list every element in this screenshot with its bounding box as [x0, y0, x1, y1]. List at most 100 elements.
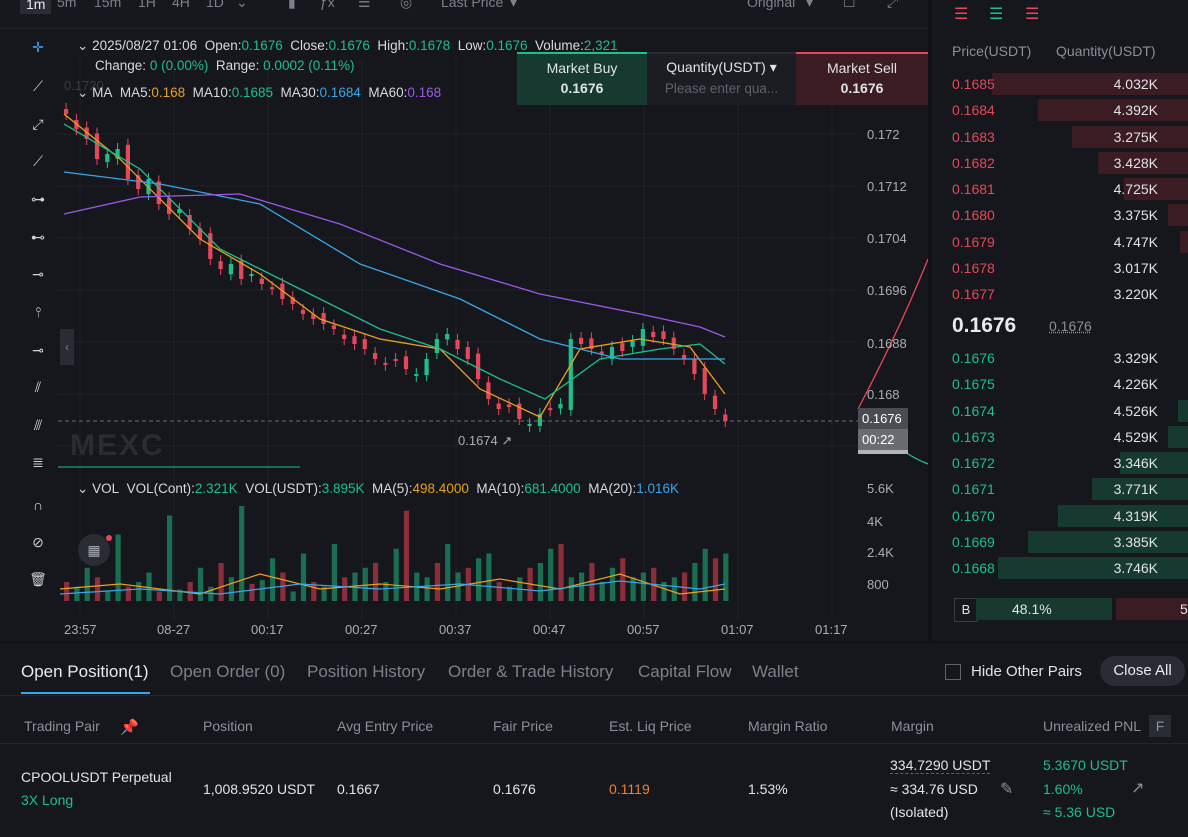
screenshot-icon[interactable]: ◎	[400, 0, 412, 11]
parallel-line-icon[interactable]: ⊸	[26, 262, 50, 286]
ask-row[interactable]: 0.1682 3.428K	[932, 150, 1188, 176]
price-type-select[interactable]: Last Price	[441, 0, 503, 10]
channel-icon[interactable]: ⫽	[26, 375, 50, 399]
ask-row[interactable]: 0.1677 3.220K	[932, 281, 1188, 307]
timeframe-1d[interactable]: 1D	[206, 0, 224, 10]
quantity-field[interactable]: Quantity(USDT) ▾ Please enter qua...	[647, 52, 796, 105]
chart-mode-select[interactable]: Original	[747, 0, 795, 10]
fullscreen-icon[interactable]: ⤢	[887, 0, 898, 11]
volume-bar	[94, 577, 101, 601]
price-line-icon[interactable]: ⊸	[26, 338, 50, 362]
fib-levels-icon[interactable]: ≣	[26, 450, 50, 474]
vertical-line-icon[interactable]: ⫯	[26, 300, 50, 324]
chart-area[interactable]: MEXC 0.1674 ↗ 0.1676 00:22 ‹ ▦	[0, 29, 928, 641]
tab-open-position[interactable]: Open Position(1)	[21, 662, 149, 682]
market-buy-button[interactable]: Market Buy 0.1676	[517, 52, 647, 105]
order-quantity: 3.017K	[1113, 259, 1158, 276]
ask-row[interactable]: 0.1685 4.032K	[932, 71, 1188, 97]
timeframe-4h[interactable]: 4H	[172, 0, 190, 10]
horizontal-line-icon[interactable]: ⊶	[26, 187, 50, 211]
bid-row[interactable]: 0.1674 4.526K	[932, 398, 1188, 424]
order-price: 0.1676	[952, 350, 995, 366]
volume-bar	[290, 591, 296, 601]
hide-drawings-icon[interactable]: ⊘	[26, 530, 50, 554]
extended-line-icon[interactable]: ⟋	[26, 149, 50, 173]
tab-wallet[interactable]: Wallet	[752, 662, 799, 682]
timeframe-1h[interactable]: 1H	[138, 0, 156, 10]
volume-bar	[445, 544, 451, 601]
trash-icon[interactable]: 🗑	[26, 567, 50, 591]
ask-row[interactable]: 0.1678 3.017K	[932, 255, 1188, 281]
volume-bar	[702, 548, 708, 601]
market-sell-button[interactable]: Market Sell 0.1676	[796, 52, 928, 105]
volume-bar	[640, 572, 646, 601]
layout-icon[interactable]: ☰	[358, 0, 371, 11]
tab-open-order[interactable]: Open Order (0)	[170, 662, 285, 682]
header-fair-price: Fair Price	[493, 718, 553, 734]
orderbook-bids-icon[interactable]: ☰	[989, 4, 1003, 24]
share-icon[interactable]: ↗	[1131, 778, 1144, 798]
divider	[0, 743, 1188, 744]
hide-other-pairs-checkbox[interactable]	[945, 664, 961, 680]
position-pair[interactable]: CPOOLUSDT Perpetual	[21, 769, 172, 785]
bid-row[interactable]: 0.1671 3.771K	[932, 476, 1188, 502]
orderbook-asks-icon[interactable]: ☰	[1025, 4, 1039, 24]
pin-icon[interactable]: 📌	[120, 718, 139, 736]
volume-bar	[167, 515, 173, 601]
order-quantity: 4.529K	[1113, 428, 1158, 445]
tab-position-history[interactable]: Position History	[307, 662, 425, 682]
header-margin-ratio: Margin Ratio	[748, 718, 828, 734]
horizontal-ray-icon[interactable]: ⊷	[26, 225, 50, 249]
tab-capital-flow[interactable]: Capital Flow	[638, 662, 732, 682]
timeframe-15m[interactable]: 15m	[94, 0, 121, 10]
ask-row[interactable]: 0.1679 4.747K	[932, 229, 1188, 255]
tab-order-trade-history[interactable]: Order & Trade History	[448, 662, 613, 682]
orderbook-both-icon[interactable]: ☰	[954, 4, 968, 24]
volume-bar	[609, 567, 616, 601]
collapse-icon[interactable]: ⌄	[77, 481, 88, 496]
candlestick-chart[interactable]	[0, 29, 928, 641]
open-value: 0.1676	[241, 38, 283, 53]
bid-row[interactable]: 0.1672 3.346K	[932, 450, 1188, 476]
change-label: Change:	[95, 58, 147, 73]
volume-bar	[393, 548, 399, 601]
quantity-unit-select[interactable]: Quantity(USDT) ▾	[647, 59, 796, 76]
volume-bar	[218, 563, 224, 601]
vol-tick: 5.6K	[867, 481, 894, 496]
bid-row[interactable]: 0.1676 3.329K	[932, 345, 1188, 371]
edit-margin-icon[interactable]: ✎	[1000, 779, 1013, 799]
timeframe-5m[interactable]: 5m	[57, 0, 76, 10]
ray-line-icon[interactable]: ⤢	[26, 112, 50, 136]
indicator-icon[interactable]: ƒx	[320, 0, 335, 10]
bid-row[interactable]: 0.1675 4.226K	[932, 371, 1188, 397]
bid-row[interactable]: 0.1669 3.385K	[932, 529, 1188, 555]
candle-type-icon[interactable]: ▮	[288, 0, 296, 11]
crosshair-icon[interactable]: ✛	[26, 35, 50, 59]
ask-row[interactable]: 0.1683 3.275K	[932, 124, 1188, 150]
filter-button[interactable]: F	[1149, 715, 1171, 737]
collapse-icon[interactable]: ⌄	[77, 38, 88, 53]
bid-row[interactable]: 0.1670 4.319K	[932, 503, 1188, 529]
bid-row[interactable]: 0.1668 3.746K	[932, 555, 1188, 581]
order-quantity: 4.319K	[1113, 507, 1158, 524]
ask-row[interactable]: 0.1681 4.725K	[932, 176, 1188, 202]
magnet-icon[interactable]: ∩	[26, 493, 50, 517]
ask-row[interactable]: 0.1680 3.375K	[932, 202, 1188, 228]
close-all-button[interactable]: Close All	[1100, 656, 1185, 686]
order-quantity: 3.220K	[1113, 286, 1158, 302]
candle-body	[228, 264, 233, 275]
collapse-toolbar-button[interactable]: ‹	[60, 329, 74, 365]
ask-row[interactable]: 0.1684 4.392K	[932, 97, 1188, 123]
chevron-down-icon[interactable]: ▾	[510, 0, 517, 11]
timeframe-1m[interactable]: 1m	[20, 0, 52, 14]
volume-label: Volume:	[535, 38, 584, 53]
collapse-icon[interactable]: ⌄	[77, 85, 88, 100]
timeframe-bar: 1m 5m 15m 1H 4H 1D ⌄ ▮ ƒx ☰ ◎ Last Price…	[0, 0, 928, 29]
trend-line-icon[interactable]: ⟋	[26, 74, 50, 98]
chevron-down-icon[interactable]: ▾	[806, 0, 813, 11]
quantity-input[interactable]: Please enter qua...	[647, 81, 796, 96]
settings-icon[interactable]: ☐	[843, 0, 856, 11]
chevron-down-icon[interactable]: ⌄	[236, 0, 248, 11]
fibonacci-icon[interactable]: ⫻	[26, 413, 50, 437]
bid-row[interactable]: 0.1673 4.529K	[932, 424, 1188, 450]
